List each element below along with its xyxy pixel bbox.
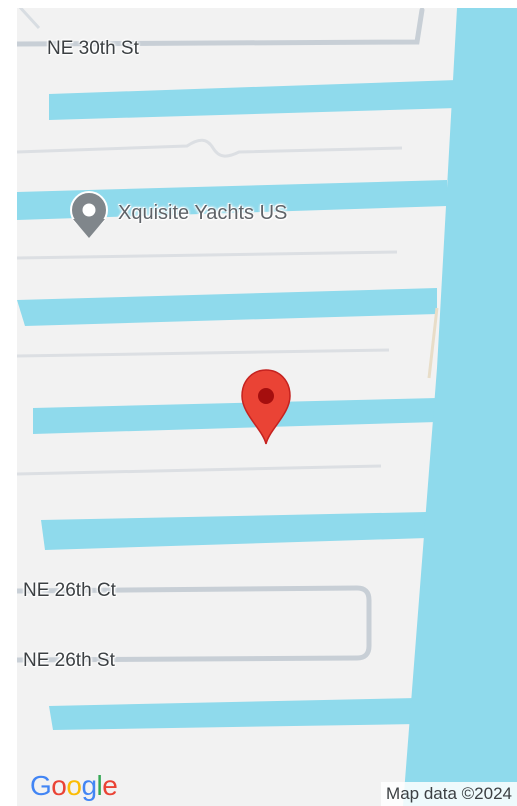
logo-letter: o	[51, 770, 67, 801]
street-label-ne-26th-ct: NE 26th Ct	[23, 580, 116, 601]
canal-6	[49, 698, 417, 730]
canal-3	[17, 288, 437, 326]
logo-letter: G	[30, 770, 52, 801]
shore-line	[427, 307, 439, 379]
map-attribution[interactable]: Map data ©2024	[381, 782, 517, 806]
logo-letter: o	[66, 770, 82, 801]
canal-5	[41, 512, 427, 550]
logo-letter: e	[102, 770, 118, 801]
canal-4	[33, 398, 437, 434]
street-diag	[18, 8, 41, 30]
logo-letter: g	[81, 770, 97, 801]
street-line-4	[17, 348, 390, 358]
red-location-marker-icon[interactable]	[241, 369, 291, 445]
street-squiggle	[17, 138, 403, 158]
street-line-5	[17, 464, 382, 476]
google-logo: Google	[30, 770, 118, 801]
street-label-ne-26th-st: NE 26th St	[23, 650, 115, 671]
street-line-3	[17, 250, 398, 260]
canal-1	[49, 80, 457, 120]
street-label-ne-30th-st: NE 30th St	[47, 38, 139, 59]
map-canvas	[17, 8, 517, 806]
poi-label[interactable]: Xquisite Yachts US	[118, 202, 287, 225]
map-view[interactable]: NE 30th St Xquisite Yachts US NE 26th Ct…	[17, 8, 517, 806]
place-pin-icon[interactable]	[70, 191, 108, 238]
